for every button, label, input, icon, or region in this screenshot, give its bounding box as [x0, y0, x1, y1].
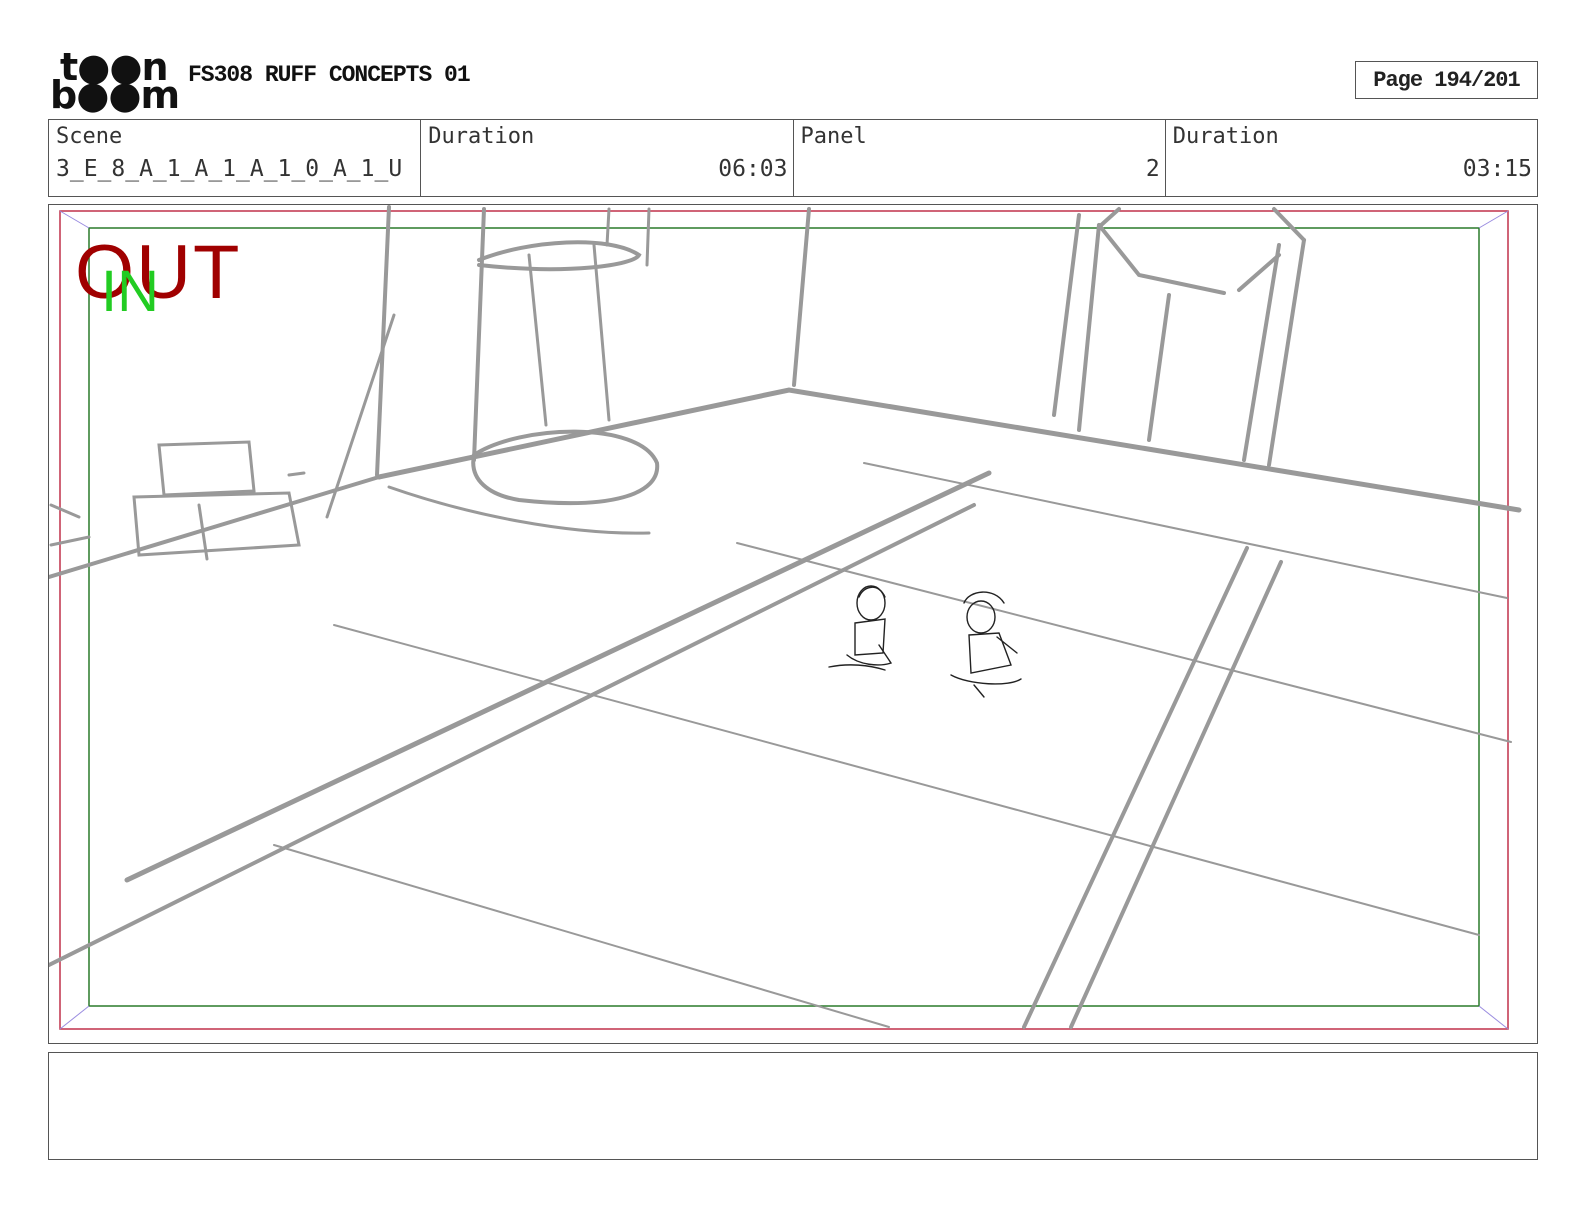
- panel-cell: Panel 2: [794, 120, 1166, 196]
- panel-value: 2: [1145, 156, 1160, 182]
- sketch-drawing: [49, 205, 1522, 1030]
- panel-info-table: Scene 3_E_8_A_1_A_1_A_1_0_A_1_U Duration…: [48, 119, 1538, 197]
- corner-guide-tr: [1478, 210, 1509, 229]
- corner-guide-tl: [59, 210, 90, 229]
- panel-label: Panel: [800, 124, 867, 149]
- document-title: FS308 RUFF CONCEPTS 01: [188, 62, 471, 88]
- scene-duration-cell: Duration 06:03: [421, 120, 794, 196]
- toonboom-logo: t●●n b●●m: [50, 48, 180, 114]
- scene-value: 3_E_8_A_1_A_1_A_1_0_A_1_U: [56, 156, 403, 182]
- scene-duration-label: Duration: [428, 124, 535, 149]
- panel-duration-label: Duration: [1172, 124, 1279, 149]
- storyboard-frame: OUT IN: [48, 204, 1538, 1044]
- page-number: Page 194/201: [1355, 61, 1538, 99]
- corner-guide-br: [1478, 1005, 1509, 1030]
- background-sketch: [49, 205, 1522, 1029]
- panel-duration-cell: Duration 03:15: [1166, 120, 1537, 196]
- in-marker: IN: [101, 259, 159, 324]
- inner-safe-frame: [88, 227, 1480, 1007]
- corner-guide-bl: [59, 1005, 90, 1030]
- characters-sketch: [828, 585, 1022, 698]
- scene-duration-value: 06:03: [718, 156, 788, 182]
- scene-label: Scene: [56, 124, 123, 149]
- notes-box[interactable]: [48, 1052, 1538, 1160]
- scene-cell: Scene 3_E_8_A_1_A_1_A_1_0_A_1_U: [49, 120, 422, 196]
- logo-line-2: b●●m: [50, 73, 180, 117]
- panel-duration-value: 03:15: [1462, 156, 1532, 182]
